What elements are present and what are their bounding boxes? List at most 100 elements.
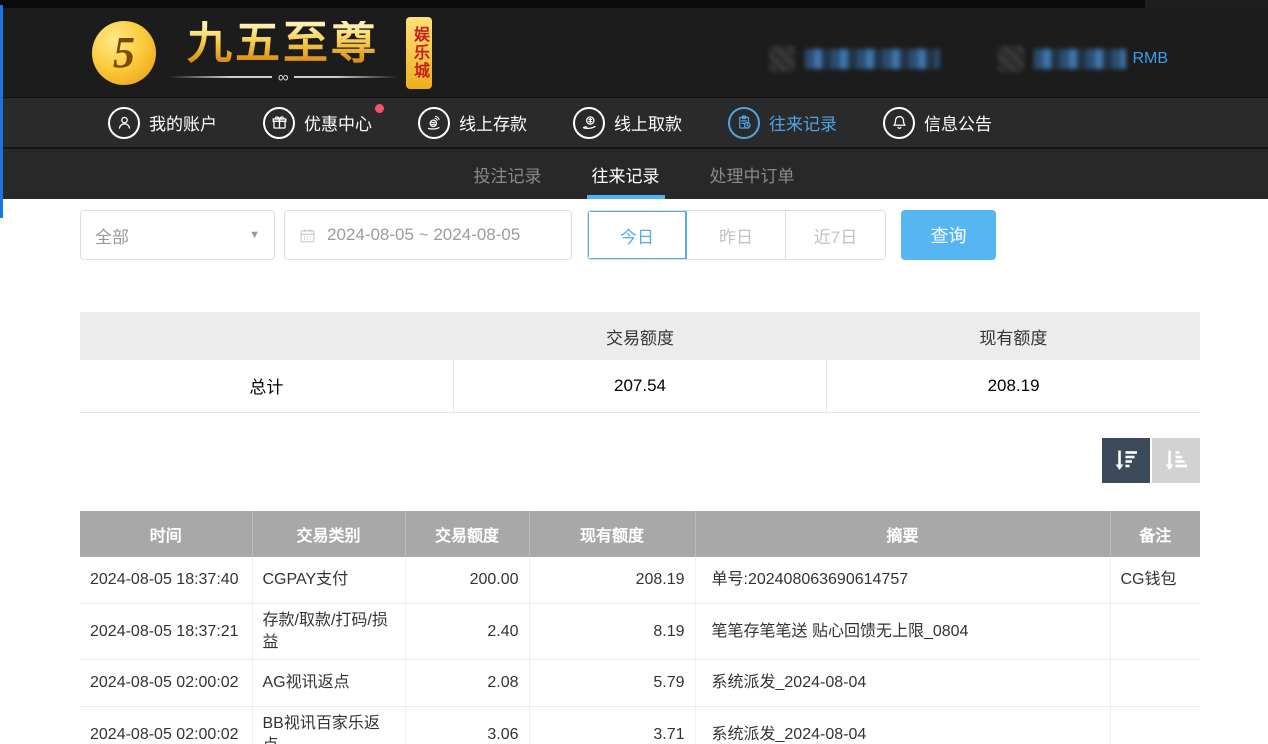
nav-item-records[interactable]: 往来记录 (728, 107, 837, 139)
summary-balance-total: 208.19 (827, 360, 1200, 412)
cell-time: 2024-08-05 18:37:40 (80, 557, 252, 604)
cell-time: 2024-08-05 02:00:02 (80, 707, 252, 744)
username-redacted (805, 49, 940, 69)
nav-item-withdraw[interactable]: 线上取款 (573, 107, 682, 139)
quick-btn-label: 今日 (620, 223, 654, 248)
summary-total-row: 总计 207.54 208.19 (80, 360, 1200, 412)
nav-label: 优惠中心 (304, 110, 372, 135)
transactions-table: 时间 交易类别 交易额度 现有额度 摘要 备注 2024-08-05 18:37… (80, 511, 1200, 744)
summary-header-transaction: 交易额度 (453, 312, 826, 360)
bell-icon (883, 107, 915, 139)
tab-bet-records[interactable]: 投注记录 (470, 149, 546, 199)
flourish-ornament: ∞ (272, 70, 295, 85)
nav-label: 线上存款 (459, 110, 527, 135)
record-subtabs: 投注记录 往来记录 处理中订单 (0, 147, 1268, 199)
tab-label: 往来记录 (592, 162, 660, 187)
cell-summary: 笔笔存笔笔送 贴心回馈无上限_0804 (695, 604, 1110, 660)
nav-item-promotions[interactable]: 优惠中心 (263, 107, 372, 139)
summary-table: 交易额度 现有额度 总计 207.54 208.19 (80, 312, 1200, 413)
tab-label: 投注记录 (474, 162, 542, 187)
cell-type: 存款/取款/打码/损益 (252, 604, 405, 660)
main-nav: 我的账户 优惠中心 线上存款 线上取款 往来记录 信息公告 (0, 97, 1268, 147)
table-row: 2024-08-05 18:37:40 CGPAY支付 200.00 208.1… (80, 557, 1200, 604)
logo-badge: 娱乐城 (406, 17, 432, 89)
cell-type: CGPAY支付 (252, 557, 405, 604)
col-remark: 备注 (1110, 511, 1200, 557)
query-button[interactable]: 查询 (901, 210, 996, 260)
cell-summary: 系统派发_2024-08-04 (695, 707, 1110, 744)
sort-ascending-button[interactable] (1152, 438, 1200, 483)
flourish-line-left (168, 76, 272, 78)
left-edge-highlight (0, 5, 3, 218)
cell-remark (1110, 604, 1200, 660)
cell-remark (1110, 707, 1200, 744)
logo-badge-text: 娱乐城 (407, 26, 431, 80)
user-avatar (769, 46, 795, 72)
tab-processing-orders[interactable]: 处理中订单 (706, 149, 799, 199)
nav-label: 线上取款 (614, 110, 682, 135)
withdraw-icon (573, 107, 605, 139)
chevron-down-icon: ▼ (249, 229, 260, 241)
type-select-value: 全部 (95, 223, 129, 248)
summary-header-row: 交易额度 现有额度 (80, 312, 1200, 360)
summary-total-label: 总计 (80, 360, 453, 412)
tab-transaction-records[interactable]: 往来记录 (588, 149, 664, 199)
cell-amount: 3.06 (405, 707, 529, 744)
main-content: 全部 ▼ 2024-08-05 ~ 2024-08-05 今日 昨日 近7日 查… (80, 210, 1200, 744)
nav-label: 信息公告 (924, 110, 992, 135)
user-icon (108, 107, 140, 139)
quick-btn-last7days[interactable]: 近7日 (786, 211, 885, 259)
currency-label: RMB (1132, 50, 1168, 68)
date-range-value: 2024-08-05 ~ 2024-08-05 (327, 225, 520, 245)
logo-number: 5 (113, 27, 135, 78)
nav-item-announcements[interactable]: 信息公告 (883, 107, 992, 139)
logo-flourish: ∞ (168, 70, 398, 84)
type-select[interactable]: 全部 ▼ (80, 210, 275, 260)
table-row: 2024-08-05 18:37:21 存款/取款/打码/损益 2.40 8.1… (80, 604, 1200, 660)
cell-balance: 3.71 (529, 707, 695, 744)
table-row: 2024-08-05 02:00:02 BB视讯百家乐返点 3.06 3.71 … (80, 707, 1200, 744)
table-row: 2024-08-05 02:00:02 AG视讯返点 2.08 5.79 系统派… (80, 660, 1200, 707)
tab-label: 处理中订单 (710, 162, 795, 187)
quick-date-group: 今日 昨日 近7日 (587, 210, 886, 260)
quick-btn-today[interactable]: 今日 (588, 211, 687, 259)
balance-redacted (1034, 49, 1126, 69)
site-header: 5 九五至尊 ∞ 娱乐城 RMB (0, 8, 1268, 97)
cell-amount: 2.08 (405, 660, 529, 707)
site-logo[interactable]: 5 九五至尊 ∞ 娱乐城 (92, 17, 432, 89)
username-group[interactable] (769, 46, 940, 72)
wallet-icon (998, 46, 1024, 72)
notification-dot (375, 104, 384, 113)
cell-type: BB视讯百家乐返点 (252, 707, 405, 744)
logo-95-icon: 5 (92, 21, 156, 85)
cell-time: 2024-08-05 02:00:02 (80, 660, 252, 707)
summary-header-balance: 现有额度 (827, 312, 1200, 360)
quick-btn-yesterday[interactable]: 昨日 (687, 211, 786, 259)
sort-desc-icon (1113, 447, 1139, 473)
summary-header-empty (80, 312, 453, 360)
col-summary: 摘要 (695, 511, 1110, 557)
deposit-icon (418, 107, 450, 139)
top-strip (0, 0, 1268, 8)
nav-label: 往来记录 (769, 110, 837, 135)
table-header-row: 时间 交易类别 交易额度 现有额度 摘要 备注 (80, 511, 1200, 557)
cell-summary: 单号:202408063690614757 (695, 557, 1110, 604)
col-type: 交易类别 (252, 511, 405, 557)
calendar-icon (298, 226, 317, 245)
cell-amount: 2.40 (405, 604, 529, 660)
col-balance: 现有额度 (529, 511, 695, 557)
gift-icon (263, 107, 295, 139)
balance-group[interactable]: RMB (998, 46, 1168, 72)
col-time: 时间 (80, 511, 252, 557)
nav-item-my-account[interactable]: 我的账户 (108, 107, 217, 139)
flourish-line-right (294, 76, 398, 78)
col-amount: 交易额度 (405, 511, 529, 557)
user-area: RMB (769, 46, 1168, 72)
nav-item-deposit[interactable]: 线上存款 (418, 107, 527, 139)
cell-remark (1110, 660, 1200, 707)
sort-descending-button[interactable] (1102, 438, 1150, 483)
logo-title: 九五至尊 (187, 21, 379, 66)
cell-summary: 系统派发_2024-08-04 (695, 660, 1110, 707)
date-range-input[interactable]: 2024-08-05 ~ 2024-08-05 (284, 210, 572, 260)
cell-balance: 8.19 (529, 604, 695, 660)
